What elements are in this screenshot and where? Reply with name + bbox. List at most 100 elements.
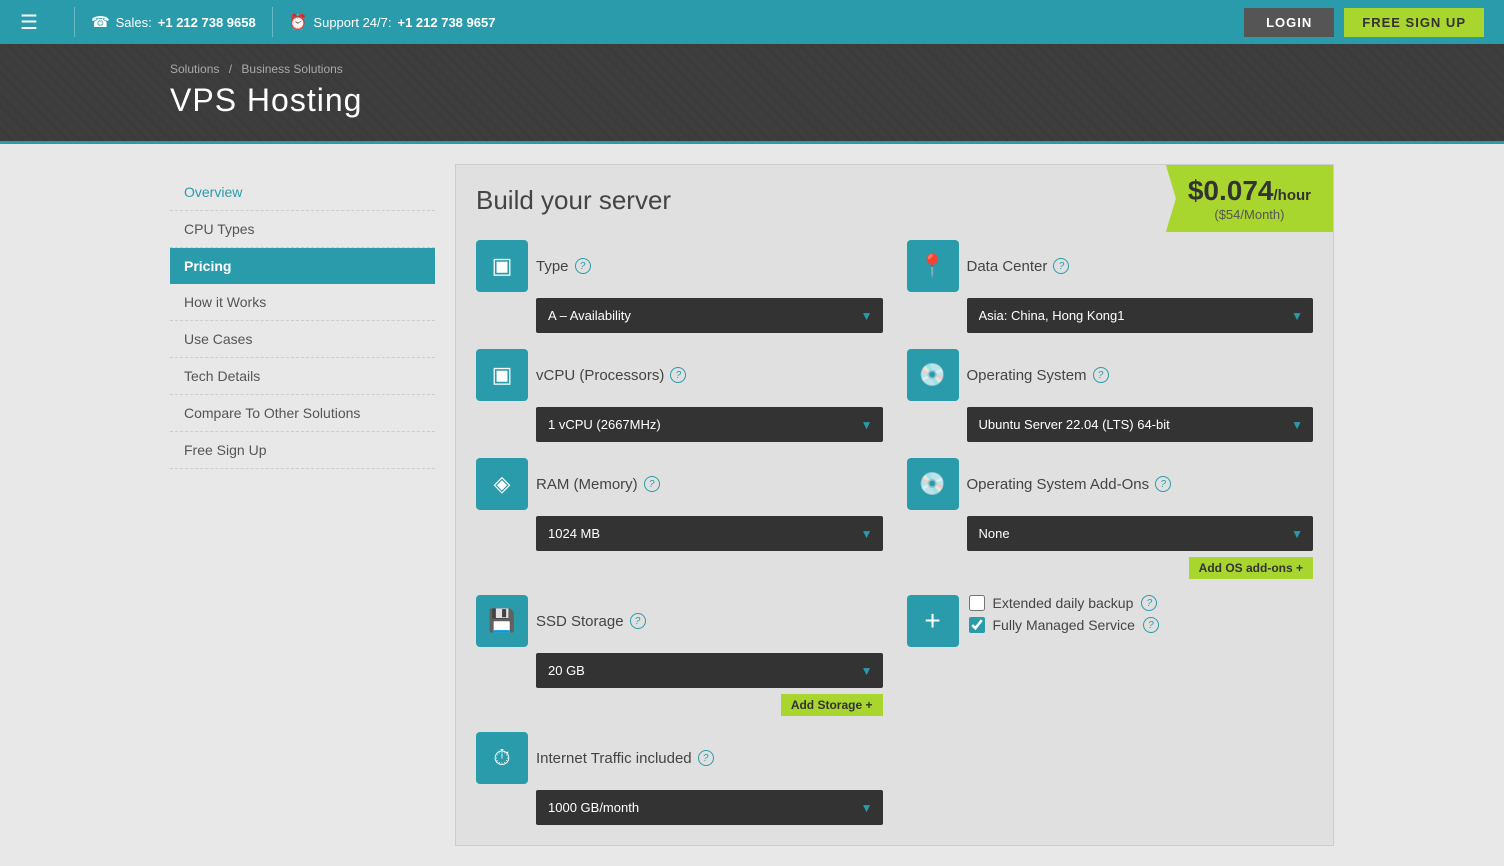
sidebar-item-cpu-types[interactable]: CPU Types (170, 211, 435, 248)
internet-section: ⏱ Internet Traffic included ? 1000 GB/mo… (476, 732, 883, 825)
datacenter-label: Data Center (967, 258, 1048, 275)
extended-backup-row: Extended daily backup ? (969, 595, 1159, 611)
os-addons-title-area: Operating System Add-Ons ? (967, 476, 1314, 493)
os-select[interactable]: Ubuntu Server 22.04 (LTS) 64-bit (967, 407, 1314, 442)
sidebar-item-pricing[interactable]: Pricing (170, 248, 435, 284)
price-badge: $0.074/hour ($54/Month) (1166, 165, 1333, 232)
breadcrumb-sub: Business Solutions (241, 62, 342, 76)
page-header: Solutions / Business Solutions VPS Hosti… (0, 44, 1504, 144)
price-month: ($54/Month) (1188, 207, 1311, 222)
datacenter-header: 📍 Data Center ? (907, 240, 1314, 292)
ssd-label-row: SSD Storage ? (536, 613, 883, 630)
datacenter-icon: 📍 (907, 240, 959, 292)
sidebar-item-overview[interactable]: Overview (170, 174, 435, 211)
os-addons-icon: 💿 (907, 458, 959, 510)
sidebar-item-free-signup[interactable]: Free Sign Up (170, 432, 435, 469)
ssd-help-icon[interactable]: ? (630, 613, 646, 629)
login-button[interactable]: LOGIN (1244, 8, 1334, 37)
os-select-wrapper: Ubuntu Server 22.04 (LTS) 64-bit ▼ (967, 407, 1314, 442)
sales-phone: +1 212 738 9658 (158, 15, 256, 30)
build-server-title: Build your server (476, 185, 671, 216)
internet-select[interactable]: 1000 GB/month (536, 790, 883, 825)
breadcrumb-sep: / (229, 62, 232, 76)
internet-label: Internet Traffic included (536, 750, 692, 767)
ram-label-row: RAM (Memory) ? (536, 476, 883, 493)
main-layout: Overview CPU Types Pricing How it Works … (0, 144, 1504, 866)
datacenter-section: 📍 Data Center ? Asia: China, Hong Kong1 (907, 240, 1314, 333)
ram-select[interactable]: 1024 MB (536, 516, 883, 551)
datacenter-select-wrapper: Asia: China, Hong Kong1 ▼ (967, 298, 1314, 333)
extended-backup-checkbox[interactable] (969, 595, 985, 611)
hamburger-icon[interactable]: ☰ (20, 10, 38, 35)
os-addons-label: Operating System Add-Ons (967, 476, 1150, 493)
type-help-icon[interactable]: ? (575, 258, 591, 274)
os-label: Operating System (967, 367, 1087, 384)
add-os-addons-row: Add OS add-ons + (967, 557, 1314, 579)
ram-icon: ◈ (476, 458, 528, 510)
datacenter-help-icon[interactable]: ? (1053, 258, 1069, 274)
add-os-addons-button[interactable]: Add OS add-ons + (1189, 557, 1313, 579)
ssd-title-area: SSD Storage ? (536, 613, 883, 630)
type-label: Type (536, 258, 569, 275)
fully-managed-checkbox[interactable] (969, 617, 985, 633)
fully-managed-label: Fully Managed Service (993, 617, 1135, 633)
extended-backup-help-icon[interactable]: ? (1141, 595, 1157, 611)
ssd-label: SSD Storage (536, 613, 624, 630)
add-storage-button[interactable]: Add Storage + (781, 694, 883, 716)
datacenter-title-area: Data Center ? (967, 258, 1314, 275)
ram-help-icon[interactable]: ? (644, 476, 660, 492)
support-label: Support 24/7: (313, 15, 391, 30)
price-per: /hour (1274, 187, 1312, 204)
sidebar-item-use-cases[interactable]: Use Cases (170, 321, 435, 358)
vcpu-label: vCPU (Processors) (536, 367, 664, 384)
ssd-section: 💾 SSD Storage ? 20 GB ▼ (476, 595, 883, 716)
checkboxes-area: Extended daily backup ? Fully Managed Se… (969, 595, 1159, 633)
type-section: ▣ Type ? A – Availability ▼ (476, 240, 883, 333)
sales-label: Sales: (116, 15, 152, 30)
support-icon: ⏰ (289, 13, 308, 31)
ssd-icon: 💾 (476, 595, 528, 647)
nav-right-buttons: LOGIN FREE SIGN UP (1244, 8, 1484, 37)
os-addons-select[interactable]: None (967, 516, 1314, 551)
os-addons-section: 💿 Operating System Add-Ons ? None ▼ (907, 458, 1314, 579)
vcpu-section: ▣ vCPU (Processors) ? 1 vCPU (2667MHz) (476, 349, 883, 442)
extras-section: + Extended daily backup ? Fully Managed … (907, 595, 1314, 716)
price-value: $0.074 (1188, 175, 1274, 206)
datacenter-select[interactable]: Asia: China, Hong Kong1 (967, 298, 1314, 333)
fully-managed-row: Fully Managed Service ? (969, 617, 1159, 633)
add-extras-button[interactable]: + (907, 595, 959, 647)
internet-select-wrapper: 1000 GB/month ▼ (536, 790, 883, 825)
os-addons-help-icon[interactable]: ? (1155, 476, 1171, 492)
os-section: 💿 Operating System ? Ubuntu Server 22.04… (907, 349, 1314, 442)
vcpu-icon: ▣ (476, 349, 528, 401)
fully-managed-help-icon[interactable]: ? (1143, 617, 1159, 633)
build-server-card: $0.074/hour ($54/Month) Build your serve… (455, 164, 1334, 846)
ssd-select[interactable]: 20 GB (536, 653, 883, 688)
type-select-wrapper: A – Availability ▼ (536, 298, 883, 333)
ram-label: RAM (Memory) (536, 476, 638, 493)
os-addons-header: 💿 Operating System Add-Ons ? (907, 458, 1314, 510)
internet-help-icon[interactable]: ? (698, 750, 714, 766)
ram-select-wrapper: 1024 MB ▼ (536, 516, 883, 551)
internet-label-row: Internet Traffic included ? (536, 750, 883, 767)
nav-divider (74, 7, 75, 37)
os-help-icon[interactable]: ? (1093, 367, 1109, 383)
breadcrumb-solutions[interactable]: Solutions (170, 62, 219, 76)
ram-section: ◈ RAM (Memory) ? 1024 MB ▼ (476, 458, 883, 579)
sidebar-item-how-it-works[interactable]: How it Works (170, 284, 435, 321)
breadcrumb: Solutions / Business Solutions (170, 62, 1334, 76)
sidebar-item-compare[interactable]: Compare To Other Solutions (170, 395, 435, 432)
ram-title-area: RAM (Memory) ? (536, 476, 883, 493)
vcpu-help-icon[interactable]: ? (670, 367, 686, 383)
sidebar: Overview CPU Types Pricing How it Works … (170, 164, 435, 846)
vcpu-title-area: vCPU (Processors) ? (536, 367, 883, 384)
support-contact: ⏰ Support 24/7: +1 212 738 9657 (289, 13, 496, 31)
vcpu-select[interactable]: 1 vCPU (2667MHz) (536, 407, 883, 442)
internet-title-area: Internet Traffic included ? (536, 750, 883, 767)
ssd-header: 💾 SSD Storage ? (476, 595, 883, 647)
type-icon: ▣ (476, 240, 528, 292)
type-select[interactable]: A – Availability (536, 298, 883, 333)
signup-button[interactable]: FREE SIGN UP (1344, 8, 1484, 37)
vcpu-select-wrapper: 1 vCPU (2667MHz) ▼ (536, 407, 883, 442)
sidebar-item-tech-details[interactable]: Tech Details (170, 358, 435, 395)
